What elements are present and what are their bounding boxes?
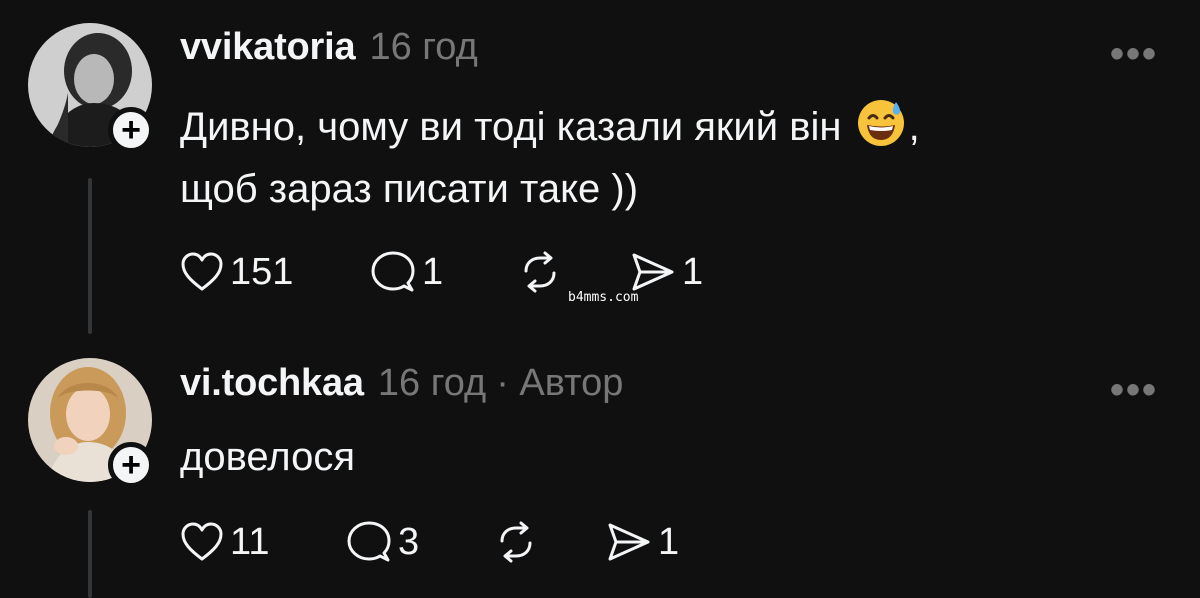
username[interactable]: vi.tochkaa — [180, 362, 364, 405]
share-button[interactable]: 1 — [630, 251, 703, 294]
post-header: vi.tochkaa 16 год · Автор — [180, 362, 623, 405]
post-header: vvikatoria 16 год — [180, 26, 478, 69]
post-actions: 151 1 1 — [180, 250, 703, 294]
share-count: 1 — [682, 250, 704, 293]
reply-button[interactable]: 3 — [346, 520, 494, 564]
repost-icon — [524, 251, 556, 293]
post-text-line-1: Дивно, чому ви тоді казали який він — [180, 105, 842, 149]
thread-line — [88, 510, 92, 598]
like-count: 11 — [230, 520, 270, 563]
thread-line — [88, 178, 92, 334]
author-tag: · Автор — [496, 362, 624, 404]
post-actions: 11 3 1 — [180, 520, 679, 564]
like-count: 151 — [230, 250, 294, 293]
heart-icon — [181, 252, 223, 291]
comment-icon — [371, 251, 415, 292]
post-text: Дивно, чому ви тоді казали який він , що… — [180, 96, 920, 220]
share-button[interactable]: 1 — [606, 521, 679, 564]
watermark: b4mms.com — [568, 290, 639, 305]
heart-icon — [181, 522, 223, 561]
timestamp: 16 год — [369, 26, 478, 68]
repost-button[interactable] — [518, 251, 630, 293]
more-icon[interactable]: ••• — [1110, 368, 1158, 413]
reply-button[interactable]: 1 — [370, 250, 518, 294]
post-text-line-2: щоб зараз писати таке )) — [180, 167, 639, 211]
timestamp: 16 год — [377, 362, 487, 404]
share-count: 1 — [658, 520, 680, 563]
like-button[interactable]: 151 — [180, 251, 370, 294]
comment-icon — [347, 521, 391, 562]
repost-button[interactable] — [494, 521, 606, 563]
post-text-comma: , — [908, 105, 920, 149]
share-icon — [608, 523, 650, 561]
grinning-face-with-sweat-icon — [857, 100, 904, 146]
share-icon — [632, 253, 674, 291]
reply-count: 3 — [398, 520, 420, 563]
follow-plus-icon[interactable]: + — [108, 107, 154, 153]
post-text: довелося — [180, 435, 355, 479]
username[interactable]: vvikatoria — [180, 26, 356, 69]
repost-icon — [500, 521, 532, 563]
reply-count: 1 — [422, 250, 444, 293]
follow-plus-icon[interactable]: + — [108, 442, 154, 488]
post-1: + vvikatoria 16 год ••• Дивно, чому ви т… — [0, 0, 1200, 340]
more-icon[interactable]: ••• — [1110, 32, 1158, 77]
post-2: + vi.tochkaa 16 год · Автор ••• довелося… — [0, 340, 1200, 598]
like-button[interactable]: 11 — [180, 521, 346, 564]
